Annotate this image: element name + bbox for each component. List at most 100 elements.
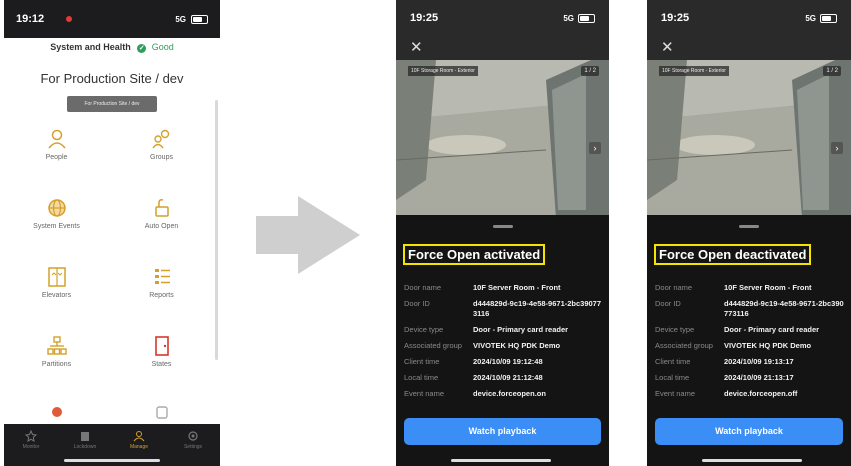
sheet-handle[interactable] xyxy=(739,225,759,228)
detail-row: Device type Door - Primary card reader xyxy=(404,325,605,335)
detail-value: 10F Server Room - Front xyxy=(473,283,561,292)
detail-sheet: Force Open activated Door name 10F Server… xyxy=(396,215,609,466)
event-detail-screen-deactivated: 19:25 5G ✕ 10F Storage Room - Exterior 1… xyxy=(647,0,851,466)
detail-value: Door - Primary card reader xyxy=(473,325,569,334)
detail-row: Device type Door - Primary card reader xyxy=(655,325,847,335)
detail-value: VIVOTEK HQ PDK Demo xyxy=(724,341,812,350)
detail-key: Client time xyxy=(404,357,440,366)
tile-label: Elevators xyxy=(41,292,72,299)
header: ✕ xyxy=(647,36,851,60)
health-label: System and Health xyxy=(50,42,131,52)
tab-monitor[interactable]: Monitor xyxy=(4,424,58,466)
tile-groups[interactable]: Groups xyxy=(109,128,214,161)
arrow-right-icon xyxy=(256,196,360,274)
site-title[interactable]: For Production Site / dev xyxy=(4,71,220,86)
detail-list: Door name 10F Server Room - Front Door ID… xyxy=(404,283,605,405)
globe-icon xyxy=(47,199,66,217)
signal-label: 5G xyxy=(175,14,186,24)
detail-row: Door name 10F Server Room - Front xyxy=(404,283,605,293)
camera-label: 10F Storage Room - Exterior xyxy=(659,66,729,76)
detail-row: Door name 10F Server Room - Front xyxy=(655,283,847,293)
tab-label: Manage xyxy=(129,444,149,450)
detail-row: Client time 2024/10/09 19:13:17 xyxy=(655,357,847,367)
tile-partitions[interactable]: Partitions xyxy=(4,335,109,368)
watch-playback-button[interactable]: Watch playback xyxy=(404,418,601,445)
tab-label: Lockdown xyxy=(73,444,97,450)
page-indicator: 1 / 2 xyxy=(823,66,841,76)
detail-row: Local time 2024/10/09 21:12:48 xyxy=(404,373,605,383)
detail-sheet: Force Open deactivated Door name 10F Serv… xyxy=(647,215,851,466)
detail-row: Door ID d444829d-9c19-4e58-9671-2bc390773… xyxy=(404,299,605,319)
chevron-right-icon[interactable]: › xyxy=(831,142,843,154)
alarm-icon xyxy=(51,407,62,417)
close-icon[interactable]: ✕ xyxy=(410,38,423,56)
detail-value: device.forceopen.off xyxy=(724,389,798,398)
health-status: Good xyxy=(151,42,174,52)
tile-label: People xyxy=(45,154,68,161)
manage-screen: 19:12 5G System and Health ✓ Good For Pr… xyxy=(4,0,220,466)
door-icon xyxy=(154,336,169,356)
detail-key: Door ID xyxy=(404,299,430,308)
partition-icon xyxy=(46,336,67,355)
tile-states[interactable]: States xyxy=(109,335,214,368)
detail-key: Local time xyxy=(404,373,439,382)
detail-key: Associated group xyxy=(655,341,713,350)
detail-row: Event name device.forceopen.off xyxy=(655,389,847,399)
camera-view[interactable]: 10F Storage Room - Exterior 1 / 2 › xyxy=(647,60,851,218)
site-tooltip: For Production Site / dev xyxy=(67,96,157,112)
detail-value: VIVOTEK HQ PDK Demo xyxy=(473,341,561,350)
detail-value: 2024/10/09 21:13:17 xyxy=(724,373,794,382)
watch-playback-button[interactable]: Watch playback xyxy=(655,418,843,445)
tile-label: Reports xyxy=(149,292,174,299)
tile-auto-open[interactable]: Auto Open xyxy=(109,197,214,230)
tab-label: Settings xyxy=(183,444,203,450)
detail-key: Associated group xyxy=(404,341,462,350)
status-icons: 5G xyxy=(175,14,208,24)
tile-label: Auto Open xyxy=(144,223,179,230)
status-time: 19:12 xyxy=(16,13,45,25)
tile-reports[interactable]: Reports xyxy=(109,266,214,299)
tile-label: States xyxy=(151,361,172,368)
person-icon xyxy=(47,129,66,149)
battery-icon xyxy=(820,13,837,23)
tile-elevators[interactable]: Elevators xyxy=(4,266,109,299)
tile-people[interactable]: People xyxy=(4,128,109,161)
status-bar: 19:25 5G xyxy=(647,0,851,36)
detail-value: Door - Primary card reader xyxy=(724,325,820,334)
detail-key: Local time xyxy=(655,373,690,382)
home-indicator xyxy=(702,459,802,462)
tab-settings[interactable]: Settings xyxy=(166,424,220,466)
header: ✕ xyxy=(396,36,609,60)
detail-value: d444829d-9c19-4e58-9671-2bc390773116 xyxy=(724,299,844,318)
detail-value: 2024/10/09 21:12:48 xyxy=(473,373,543,382)
event-headline: Force Open activated xyxy=(403,244,546,265)
detail-row: Local time 2024/10/09 21:13:17 xyxy=(655,373,847,383)
detail-key: Event name xyxy=(404,389,445,398)
chevron-right-icon[interactable]: › xyxy=(589,142,601,154)
reports-icon xyxy=(154,269,170,284)
close-icon[interactable]: ✕ xyxy=(661,38,674,56)
scrollbar[interactable] xyxy=(215,100,218,360)
detail-key: Door ID xyxy=(655,299,681,308)
detail-value: 2024/10/09 19:12:48 xyxy=(473,357,543,366)
tile-partial-left xyxy=(4,404,109,424)
system-health[interactable]: System and Health ✓ Good xyxy=(4,42,220,53)
camera-view[interactable]: 10F Storage Room - Exterior 1 / 2 › xyxy=(396,60,609,218)
sheet-handle[interactable] xyxy=(492,225,513,228)
camera-image xyxy=(647,60,851,218)
detail-row: Associated group VIVOTEK HQ PDK Demo xyxy=(655,341,847,351)
battery-icon xyxy=(191,14,208,24)
tile-partial-right xyxy=(109,404,214,424)
detail-key: Client time xyxy=(655,357,691,366)
detail-list: Door name 10F Server Room - Front Door ID… xyxy=(655,283,847,405)
tile-system-events[interactable]: System Events xyxy=(4,197,109,230)
detail-key: Door name xyxy=(655,283,693,292)
detail-key: Event name xyxy=(655,389,696,398)
battery-icon xyxy=(578,13,595,23)
event-detail-screen-activated: 19:25 5G ✕ 10F Storage Room - Exterior 1… xyxy=(396,0,609,466)
camera-image xyxy=(396,60,609,218)
home-indicator xyxy=(64,459,160,462)
status-bar: 19:25 5G xyxy=(396,0,609,36)
status-time: 19:25 xyxy=(661,12,690,24)
home-indicator xyxy=(451,459,551,462)
